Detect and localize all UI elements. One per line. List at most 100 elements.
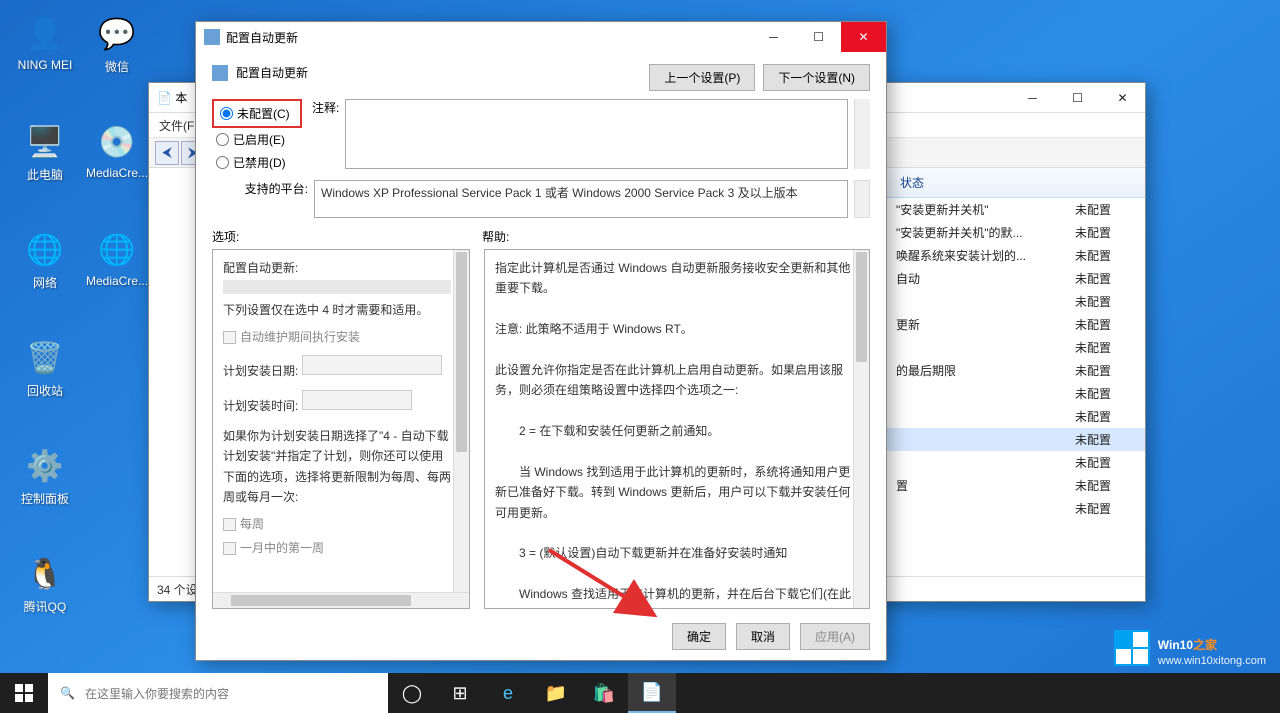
desktop-icon-网络[interactable]: 🌐 网络: [10, 228, 80, 291]
icon-label: 微信: [82, 58, 152, 75]
back-icon[interactable]: ⮜: [155, 141, 179, 165]
install-day-select[interactable]: [302, 355, 442, 375]
maximize-button[interactable]: ☐: [1055, 83, 1100, 113]
list-item[interactable]: 未配置: [886, 382, 1145, 405]
watermark: Win10之家 www.win10xitong.com: [1114, 629, 1266, 667]
options-note: 下列设置仅在选中 4 时才需要和适用。: [223, 300, 451, 320]
options-label: 选项:: [212, 228, 482, 245]
start-button[interactable]: [0, 673, 48, 713]
platform-label: 支持的平台:: [212, 180, 308, 197]
desktop-icon-MediaCre...[interactable]: 💿 MediaCre...: [82, 120, 152, 180]
icon-label: MediaCre...: [82, 274, 152, 288]
options-paragraph: 如果你为计划安装日期选择了"4 - 自动下载计划安装"并指定了计划，则你还可以使…: [223, 426, 451, 508]
taskbar-app-gpedit[interactable]: 📄: [628, 673, 676, 713]
platform-box: Windows XP Professional Service Pack 1 或…: [314, 180, 848, 218]
icon-label: 腾讯QQ: [10, 598, 80, 615]
install-time-select[interactable]: [302, 390, 412, 410]
list-item[interactable]: 置未配置: [886, 474, 1145, 497]
watermark-url: www.win10xitong.com: [1158, 655, 1266, 667]
help-scrollbar[interactable]: [853, 250, 869, 608]
desktop-icon-回收站[interactable]: 🗑️回收站: [10, 336, 80, 399]
dialog-maximize-button[interactable]: ☐: [796, 22, 841, 52]
help-p5: 当 Windows 找到适用于此计算机的更新时，系统将通知用户更新已准备好下载。…: [495, 462, 859, 523]
list-item[interactable]: 未配置: [886, 290, 1145, 313]
icon-label: NING MEI: [10, 58, 80, 72]
dialog-icon: [204, 29, 220, 45]
explorer-icon[interactable]: 📁: [532, 673, 580, 713]
search-box[interactable]: 🔍 在这里输入你要搜索的内容: [48, 673, 388, 713]
radio-not-configured[interactable]: 未配置(C): [216, 102, 298, 125]
help-p3: 此设置允许你指定是否在此计算机上启用自动更新。如果启用该服务，则必须在组策略设置…: [495, 360, 859, 401]
options-hscroll[interactable]: [213, 592, 469, 608]
icon-label: 网络: [10, 274, 80, 291]
desktop-icon-腾讯QQ[interactable]: 🐧 腾讯QQ: [10, 552, 80, 615]
next-setting-button[interactable]: 下一个设置(N): [763, 64, 870, 91]
taskview-icon[interactable]: ⊞: [436, 673, 484, 713]
options-dropdown[interactable]: [223, 280, 451, 294]
list-item[interactable]: 未配置: [886, 428, 1145, 451]
help-p2: 注意: 此策略不适用于 Windows RT。: [495, 319, 859, 339]
help-pane: 指定此计算机是否通过 Windows 自动更新服务接收安全更新和其他重要下载。 …: [484, 249, 870, 609]
heading-icon: [212, 65, 228, 81]
app-icon: 💬: [95, 12, 139, 56]
app-icon: 🖥️: [23, 120, 67, 164]
cortana-icon[interactable]: ◯: [388, 673, 436, 713]
checkbox-weekly[interactable]: [223, 518, 236, 531]
install-day-label: 计划安装日期:: [223, 364, 298, 378]
dialog-minimize-button[interactable]: ─: [751, 22, 796, 52]
options-pane: 配置自动更新: 下列设置仅在选中 4 时才需要和适用。 自动维护期间执行安装 计…: [212, 249, 470, 609]
taskbar: 🔍 在这里输入你要搜索的内容 ◯ ⊞ e 📁 🛍️ 📄: [0, 673, 1280, 713]
dialog-titlebar[interactable]: 配置自动更新 ─ ☐ ✕: [196, 22, 886, 52]
ok-button[interactable]: 确定: [672, 623, 726, 650]
help-label: 帮助:: [482, 228, 870, 245]
help-p6: 3 = (默认设置)自动下载更新并在准备好安装时通知: [495, 543, 859, 563]
app-icon: 🐧: [23, 552, 67, 596]
column-header-status[interactable]: 状态: [886, 168, 1145, 198]
close-button[interactable]: ✕: [1100, 83, 1145, 113]
app-icon: 💿: [95, 120, 139, 164]
radio-enabled[interactable]: 已启用(E): [212, 128, 302, 151]
checkbox-auto-maintenance[interactable]: [223, 331, 236, 344]
desktop-icon-微信[interactable]: 💬 微信: [82, 12, 152, 75]
desktop-icon-NING MEI[interactable]: 👤NING MEI: [10, 12, 80, 72]
list-item[interactable]: 未配置: [886, 497, 1145, 520]
comment-scrollbar[interactable]: [854, 99, 870, 169]
desktop: 👤NING MEI 💬 微信 🖥️此电脑 💿 MediaCre... 🌐 网络🌐MediaCr…: [0, 0, 1280, 713]
edge-icon[interactable]: e: [484, 673, 532, 713]
list-item[interactable]: "安装更新并关机"未配置: [886, 198, 1145, 221]
list-item[interactable]: 的最后期限未配置: [886, 359, 1145, 382]
desktop-icon-此电脑[interactable]: 🖥️此电脑: [10, 120, 80, 183]
store-icon[interactable]: 🛍️: [580, 673, 628, 713]
state-radios: 未配置(C) 已启用(E) 已禁用(D): [212, 99, 302, 174]
list-item[interactable]: 未配置: [886, 336, 1145, 359]
dialog-title: 配置自动更新: [226, 29, 751, 46]
checkbox-first-week[interactable]: [223, 542, 236, 555]
list-item[interactable]: 更新未配置: [886, 313, 1145, 336]
radio-disabled[interactable]: 已禁用(D): [212, 151, 302, 174]
desktop-icon-控制面板[interactable]: ⚙️控制面板: [10, 444, 80, 507]
cancel-button[interactable]: 取消: [736, 623, 790, 650]
list-item[interactable]: 未配置: [886, 451, 1145, 474]
icon-label: MediaCre...: [82, 166, 152, 180]
apply-button[interactable]: 应用(A): [800, 623, 870, 650]
prev-setting-button[interactable]: 上一个设置(P): [649, 64, 755, 91]
dialog-heading: 配置自动更新: [236, 64, 308, 81]
search-placeholder: 在这里输入你要搜索的内容: [85, 685, 229, 702]
help-p4: 2 = 在下载和安装任何更新之前通知。: [495, 421, 859, 441]
minimize-button[interactable]: ─: [1010, 83, 1055, 113]
desktop-icon-MediaCre...[interactable]: 🌐MediaCre...: [82, 228, 152, 288]
list-item[interactable]: 唤醒系统来安装计划的...未配置: [886, 244, 1145, 267]
list-item[interactable]: 自动未配置: [886, 267, 1145, 290]
list-item[interactable]: "安装更新并关机"的默...未配置: [886, 221, 1145, 244]
dialog-close-button[interactable]: ✕: [841, 22, 886, 52]
settings-list: 状态 "安装更新并关机"未配置"安装更新并关机"的默...未配置唤醒系统来安装计…: [885, 168, 1145, 576]
app-icon: ⚙️: [23, 444, 67, 488]
options-heading: 配置自动更新:: [223, 258, 451, 278]
app-icon: 🌐: [23, 228, 67, 272]
install-time-label: 计划安装时间:: [223, 399, 298, 413]
list-item[interactable]: 未配置: [886, 405, 1145, 428]
platform-scrollbar[interactable]: [854, 180, 870, 218]
highlight-box: 未配置(C): [212, 99, 302, 128]
options-scrollbar[interactable]: [453, 250, 469, 608]
comment-textarea[interactable]: [345, 99, 848, 169]
